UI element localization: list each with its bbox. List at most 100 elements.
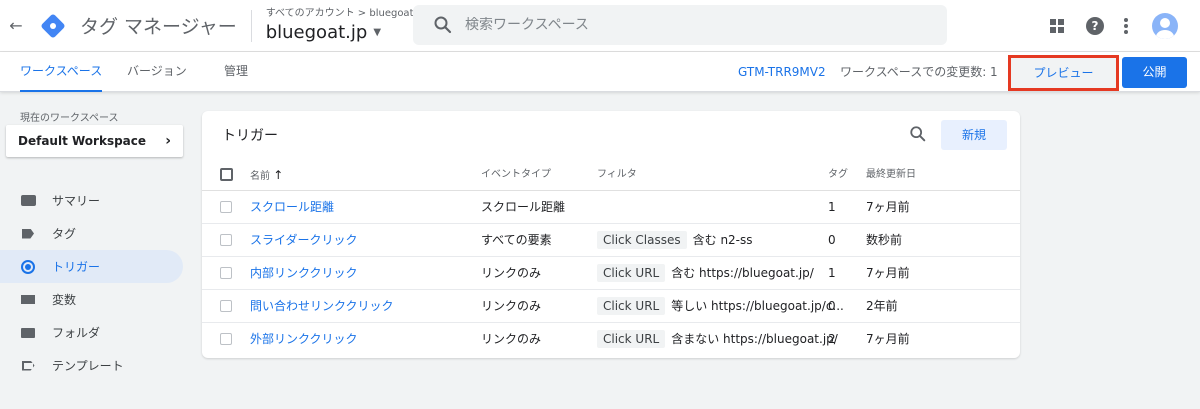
- tag-count: 2: [828, 332, 836, 346]
- filter-variable-chip: Click URL: [597, 330, 666, 348]
- column-header-filter: フィルタ: [597, 169, 637, 180]
- sidebar-item-label: サマリー: [52, 194, 101, 208]
- last-updated: 数秒前: [866, 233, 903, 247]
- filter-condition: Click Classes 含む n2-ss: [597, 224, 753, 256]
- filter-condition: Click URL 等しい https://bluegoat.jp/c...: [597, 290, 844, 322]
- account-breadcrumb: すべてのアカウント > bluegoat: [265, 7, 414, 19]
- table-header: 名前 ↑ イベントタイプ フィルタ タグ 最終更新日: [202, 161, 1020, 191]
- folder-icon: [21, 327, 35, 338]
- top-app-bar: ← タグ マネージャー すべてのアカウント > bluegoat bluegoa…: [0, 0, 1200, 52]
- new-trigger-button[interactable]: 新規: [941, 120, 1007, 150]
- search-input[interactable]: [465, 17, 905, 33]
- last-updated: 7ヶ月前: [866, 266, 910, 280]
- tab-workspace[interactable]: ワークスペース: [20, 52, 103, 92]
- arrow-back-icon[interactable]: ←: [4, 16, 28, 35]
- trigger-name-link[interactable]: スライダークリック: [250, 224, 358, 256]
- sidebar-item-label: 変数: [52, 293, 77, 307]
- row-checkbox[interactable]: [220, 300, 232, 312]
- more-vert-icon[interactable]: [1124, 18, 1128, 34]
- account-avatar[interactable]: [1152, 13, 1178, 39]
- chevron-right-icon: ›: [165, 133, 171, 149]
- search-icon[interactable]: [909, 125, 927, 143]
- sidebar-item-folders[interactable]: フォルダ: [0, 316, 183, 349]
- trigger-name-link[interactable]: 内部リンククリック: [250, 257, 358, 289]
- sidebar-item-templates[interactable]: テンプレート: [0, 349, 183, 382]
- last-updated: 7ヶ月前: [866, 200, 910, 214]
- tag-manager-logo-icon: [40, 12, 66, 39]
- table-row: 問い合わせリンククリック リンクのみ Click URL 等しい https://…: [202, 290, 1020, 323]
- row-checkbox[interactable]: [220, 267, 232, 279]
- sidebar-item-variables[interactable]: 変数: [0, 283, 183, 316]
- event-type: リンクのみ: [481, 266, 542, 280]
- container-name: bluegoat.jp: [265, 21, 368, 43]
- trigger-name-link[interactable]: 問い合わせリンククリック: [250, 290, 394, 322]
- sidebar-item-label: タグ: [52, 227, 77, 241]
- row-checkbox[interactable]: [220, 201, 232, 213]
- tab-admin[interactable]: 管理: [224, 52, 248, 92]
- sub-navigation: ワークスペース バージョン 管理 GTM-TRR9MV2 ワークスペースでの変更…: [0, 52, 1200, 92]
- table-row: 外部リンククリック リンクのみ Click URL 含まない https://bl…: [202, 323, 1020, 356]
- template-icon: [21, 360, 35, 371]
- trigger-name-link[interactable]: スクロール距離: [250, 191, 334, 223]
- workspace-selector[interactable]: Default Workspace ›: [6, 125, 183, 157]
- filter-condition: Click URL 含まない https://bluegoat.jp/: [597, 323, 838, 355]
- tag-count: 0: [828, 233, 836, 247]
- event-type: リンクのみ: [481, 332, 542, 346]
- filter-variable-chip: Click URL: [597, 264, 666, 282]
- product-name: タグ マネージャー: [80, 16, 237, 38]
- event-type: リンクのみ: [481, 299, 542, 313]
- filter-variable-chip: Click URL: [597, 297, 666, 315]
- filter-text: 含む https://bluegoat.jp/: [671, 266, 814, 280]
- tag-count: 1: [828, 200, 836, 214]
- column-header-event-type: イベントタイプ: [481, 169, 551, 180]
- table-row: スライダークリック すべての要素 Click Classes 含む n2-ss 0…: [202, 224, 1020, 257]
- filter-text: 含む n2-ss: [692, 233, 753, 247]
- sidebar-item-label: トリガー: [52, 260, 101, 274]
- workspace-changes-count: ワークスペースでの変更数: 1: [840, 65, 998, 79]
- sidebar-item-tags[interactable]: タグ: [0, 217, 183, 250]
- help-icon[interactable]: ?: [1086, 17, 1104, 35]
- workspace-name: Default Workspace: [18, 134, 147, 148]
- filter-condition: Click URL 含む https://bluegoat.jp/: [597, 257, 814, 289]
- table-row: 内部リンククリック リンクのみ Click URL 含む https://blue…: [202, 257, 1020, 290]
- search-icon: [434, 16, 452, 34]
- triggers-card: トリガー 新規 名前 ↑ イベントタイプ フィルタ タグ 最終更新日 スクロール…: [202, 111, 1020, 358]
- table-row: スクロール距離 スクロール距離 1 7ヶ月前: [202, 191, 1020, 224]
- last-updated: 7ヶ月前: [866, 332, 910, 346]
- trigger-name-link[interactable]: 外部リンククリック: [250, 323, 358, 355]
- sidebar-item-label: テンプレート: [52, 359, 124, 373]
- current-workspace-label: 現在のワークスペース: [20, 113, 119, 124]
- event-type: スクロール距離: [481, 200, 566, 214]
- sort-arrow-up-icon: ↑: [273, 168, 284, 182]
- summary-icon: [20, 195, 36, 206]
- container-id-link[interactable]: GTM-TRR9MV2: [738, 52, 826, 92]
- preview-button[interactable]: プレビュー: [1008, 55, 1119, 91]
- workspace-search[interactable]: [413, 5, 947, 45]
- tag-icon: [22, 228, 34, 239]
- sidebar-item-label: フォルダ: [52, 326, 101, 340]
- trigger-icon: [21, 259, 35, 274]
- card-title: トリガー: [222, 128, 278, 144]
- container-selector[interactable]: すべてのアカウント > bluegoat bluegoat.jp ▼: [266, 7, 414, 45]
- last-updated: 2年前: [866, 299, 898, 313]
- filter-text: 含まない https://bluegoat.jp/: [671, 332, 838, 346]
- caret-down-icon: ▼: [373, 26, 382, 38]
- event-type: すべての要素: [481, 233, 552, 247]
- tab-versions[interactable]: バージョン: [127, 52, 187, 92]
- column-header-name[interactable]: 名前 ↑: [250, 161, 283, 191]
- triggers-table-body: スクロール距離 スクロール距離 1 7ヶ月前 スライダークリック すべての要素 …: [202, 191, 1020, 356]
- sidebar-item-summary[interactable]: サマリー: [0, 184, 183, 217]
- sidebar-nav: サマリー タグ トリガー 変数 フォルダ テンプレート: [0, 184, 183, 382]
- column-header-tags: タグ: [828, 169, 848, 180]
- column-header-last-updated: 最終更新日: [866, 169, 916, 180]
- select-all-checkbox[interactable]: [220, 168, 233, 181]
- apps-grid-icon[interactable]: [1050, 19, 1064, 33]
- publish-button[interactable]: 公開: [1122, 57, 1187, 88]
- tag-count: 0: [828, 299, 836, 313]
- row-checkbox[interactable]: [220, 333, 232, 345]
- sidebar-item-triggers[interactable]: トリガー: [0, 250, 183, 283]
- tag-count: 1: [828, 266, 836, 280]
- row-checkbox[interactable]: [220, 234, 232, 246]
- filter-variable-chip: Click Classes: [597, 231, 687, 249]
- filter-text: 等しい https://bluegoat.jp/c...: [671, 299, 844, 313]
